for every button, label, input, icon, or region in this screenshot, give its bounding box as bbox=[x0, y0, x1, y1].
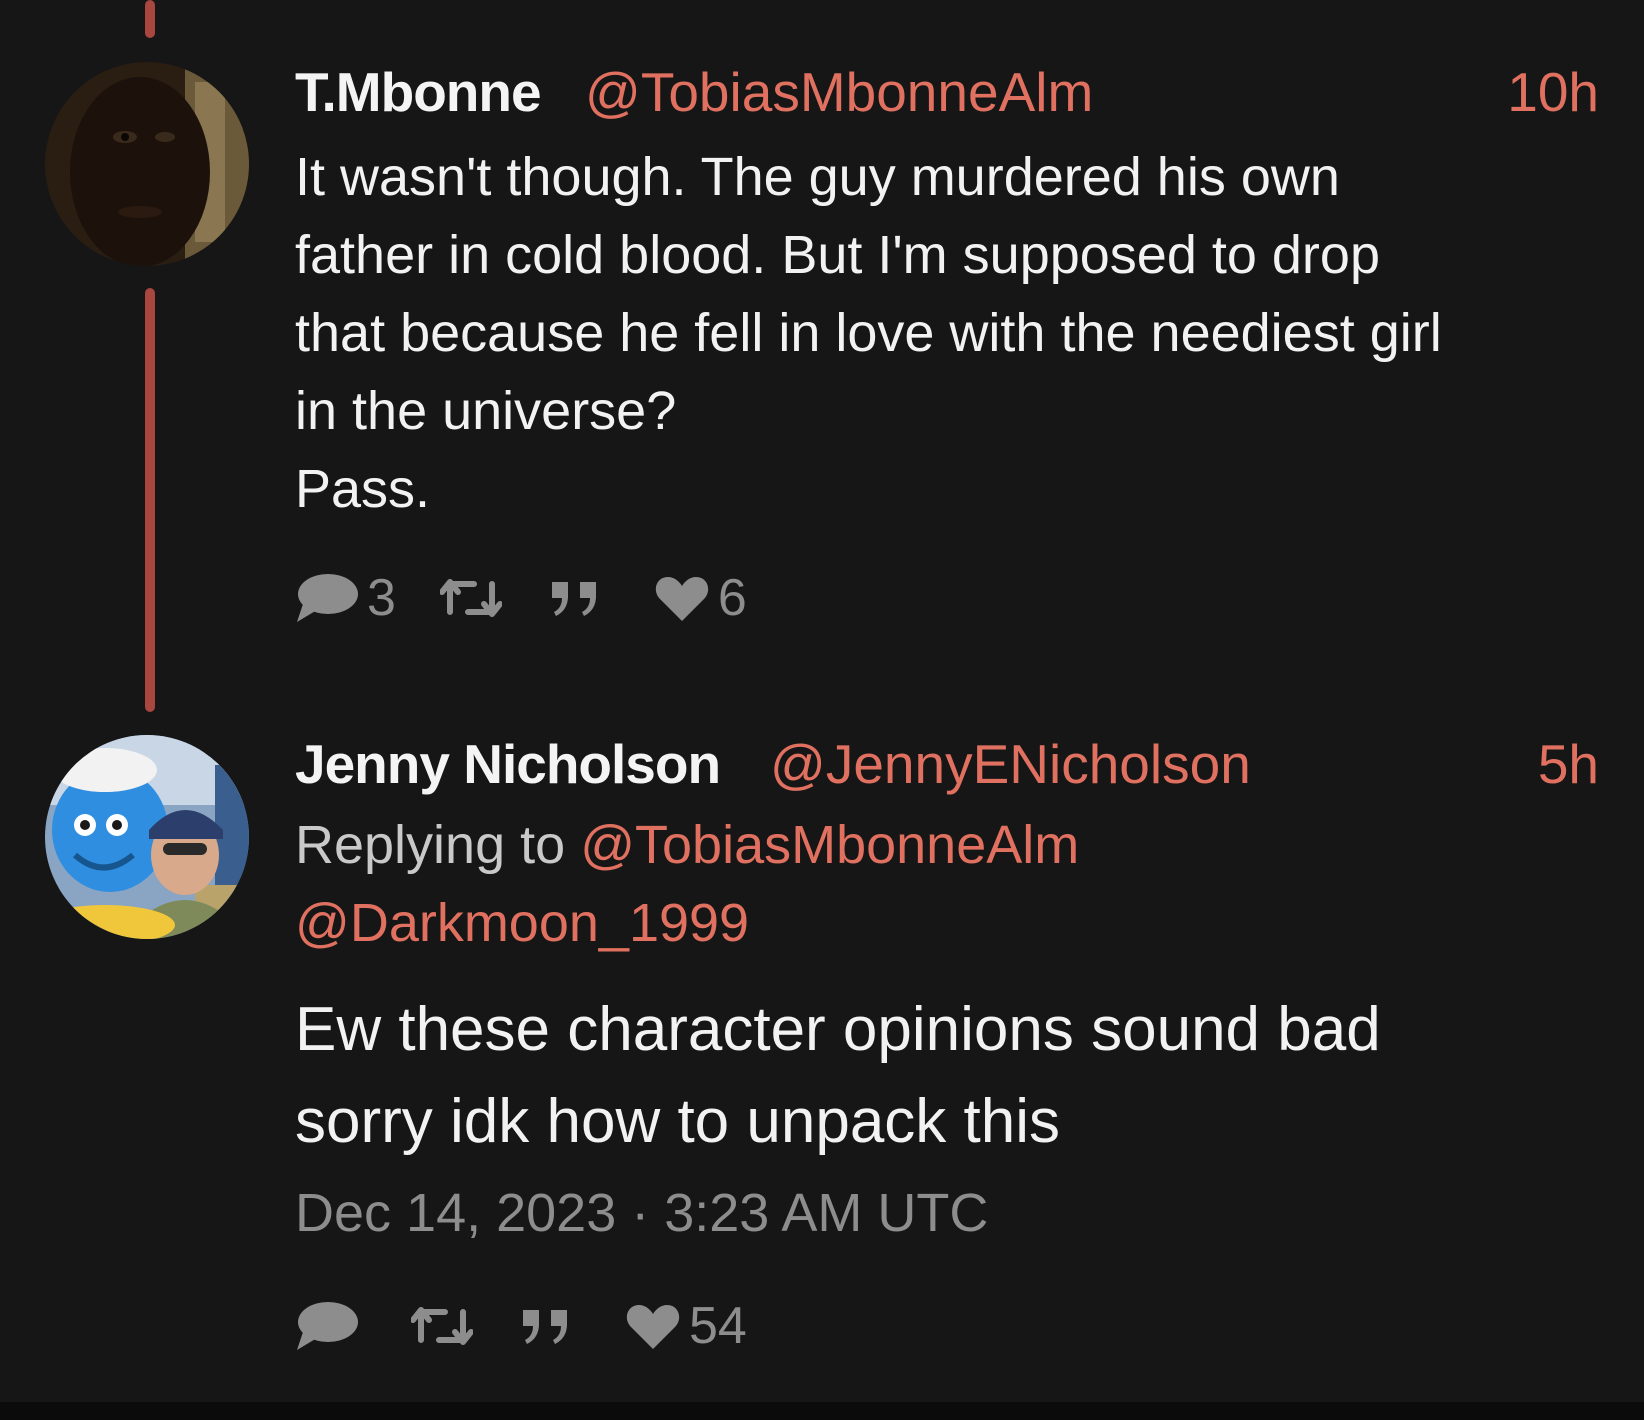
retweet-button[interactable] bbox=[439, 576, 510, 620]
tweet-body-line: Pass. bbox=[295, 459, 431, 519]
replying-to: Replying to @TobiasMbonneAlm @Darkmoon_1… bbox=[295, 806, 1599, 962]
tweet-body-line: father in cold blood. But I'm supposed t… bbox=[295, 225, 1380, 285]
tweet-timestamp[interactable]: Dec 14, 2023 · 3:23 AM UTC bbox=[295, 1182, 988, 1244]
quote-icon bbox=[550, 578, 606, 618]
quote-button[interactable] bbox=[550, 578, 614, 618]
retweet-button[interactable] bbox=[411, 1304, 481, 1348]
like-count: 6 bbox=[717, 569, 747, 627]
reply-button[interactable] bbox=[295, 1300, 367, 1352]
like-button[interactable]: 54 bbox=[625, 1296, 747, 1356]
tweet-actions: 3 6 bbox=[295, 568, 747, 628]
tweet-actions: 54 bbox=[295, 1296, 747, 1356]
heart-icon bbox=[654, 573, 710, 623]
replying-to-label: Replying to bbox=[295, 815, 566, 875]
display-name[interactable]: Jenny Nicholson bbox=[295, 732, 721, 796]
mention-link[interactable]: @TobiasMbonneAlm bbox=[580, 815, 1079, 875]
tweet-body: Ew these character opinions sound bad so… bbox=[295, 984, 1599, 1168]
tweet-body-line: Ew these character opinions sound bad bbox=[295, 995, 1381, 1064]
reply-button[interactable]: 3 bbox=[295, 568, 396, 628]
tweet-header: Jenny Nicholson @JennyENicholson 5h bbox=[295, 732, 1599, 802]
tweet-body-line: sorry idk how to unpack this bbox=[295, 1087, 1061, 1156]
tweet-header: T.Mbonne @TobiasMbonneAlm 10h bbox=[295, 60, 1599, 130]
avatar-tmbonne[interactable] bbox=[45, 62, 249, 266]
tweet-2[interactable]: Jenny Nicholson @JennyENicholson 5h Repl… bbox=[295, 732, 1599, 1168]
retweet-icon bbox=[439, 576, 502, 620]
tweet-body-line: It wasn't though. The guy murdered his o… bbox=[295, 147, 1340, 207]
thread-line bbox=[145, 288, 155, 712]
comment-bubble-icon bbox=[295, 572, 359, 624]
like-button[interactable]: 6 bbox=[654, 568, 747, 628]
thread-line-top bbox=[145, 0, 155, 38]
tweet-1[interactable]: T.Mbonne @TobiasMbonneAlm 10h It wasn't … bbox=[295, 60, 1599, 528]
heart-icon bbox=[625, 1301, 681, 1351]
reply-count: 3 bbox=[367, 569, 396, 627]
bottom-bar bbox=[0, 1402, 1644, 1420]
tweet-time[interactable]: 5h bbox=[1538, 732, 1599, 796]
tweet-body-line: in the universe? bbox=[295, 381, 677, 441]
mention-link[interactable]: @Darkmoon_1999 bbox=[295, 893, 749, 953]
quote-button[interactable] bbox=[521, 1306, 585, 1346]
avatar-jenny-nicholson[interactable] bbox=[45, 735, 249, 939]
user-handle[interactable]: @TobiasMbonneAlm bbox=[585, 60, 1093, 124]
quote-icon bbox=[521, 1306, 577, 1346]
comment-bubble-icon bbox=[295, 1300, 359, 1352]
tweet-time[interactable]: 10h bbox=[1507, 60, 1599, 124]
user-handle[interactable]: @JennyENicholson bbox=[770, 732, 1251, 796]
tweet-body-line: that because he fell in love with the ne… bbox=[295, 303, 1442, 363]
tweet-body: It wasn't though. The guy murdered his o… bbox=[295, 138, 1599, 528]
like-count: 54 bbox=[689, 1297, 747, 1355]
retweet-icon bbox=[411, 1304, 473, 1348]
display-name[interactable]: T.Mbonne bbox=[295, 60, 542, 124]
